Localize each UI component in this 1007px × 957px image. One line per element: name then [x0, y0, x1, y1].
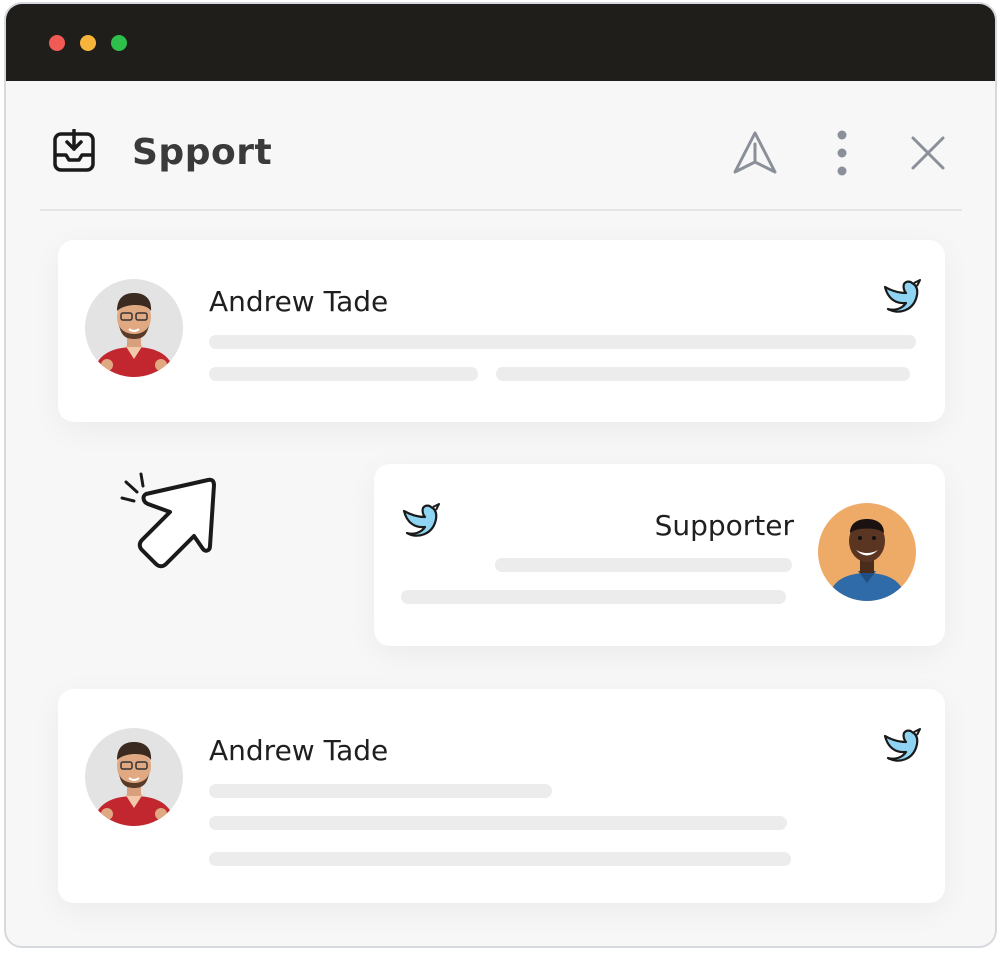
- text-placeholder: [401, 590, 786, 604]
- send-icon: [733, 131, 777, 174]
- avatar: [85, 279, 183, 377]
- avatar: [85, 728, 183, 826]
- more-vertical-icon: [837, 130, 847, 176]
- more-options-button[interactable]: [818, 129, 866, 177]
- text-placeholder: [209, 367, 478, 381]
- avatar: [818, 503, 916, 601]
- text-placeholder: [495, 558, 792, 572]
- twitter-icon: [883, 728, 921, 762]
- click-cursor-icon: [120, 472, 216, 569]
- text-placeholder: [209, 816, 787, 830]
- send-button[interactable]: [731, 129, 779, 177]
- text-placeholder: [209, 852, 791, 866]
- header-divider: [40, 209, 962, 211]
- text-placeholder: [209, 335, 916, 349]
- sender-name: Andrew Tade: [209, 734, 389, 767]
- twitter-icon: [402, 503, 440, 537]
- window-close-button[interactable]: [49, 35, 65, 51]
- text-placeholder: [496, 367, 910, 381]
- title-bar: [6, 4, 995, 81]
- message-card[interactable]: Andrew Tade: [58, 240, 945, 422]
- close-icon: [911, 136, 945, 170]
- text-placeholder: [209, 784, 552, 798]
- message-card[interactable]: Supporter: [374, 464, 945, 646]
- inbox-download-icon[interactable]: [52, 129, 98, 175]
- app-title: Spport: [132, 132, 273, 173]
- twitter-icon: [883, 279, 921, 313]
- window-zoom-button[interactable]: [111, 35, 127, 51]
- app-header: Spport: [6, 81, 995, 211]
- app-window: Spport Andrew Tade Supporter Andrew Tade: [4, 2, 997, 948]
- window-minimize-button[interactable]: [80, 35, 96, 51]
- sender-name: Andrew Tade: [209, 285, 389, 318]
- close-button[interactable]: [904, 129, 952, 177]
- message-card[interactable]: Andrew Tade: [58, 689, 945, 903]
- sender-name: Supporter: [654, 509, 794, 542]
